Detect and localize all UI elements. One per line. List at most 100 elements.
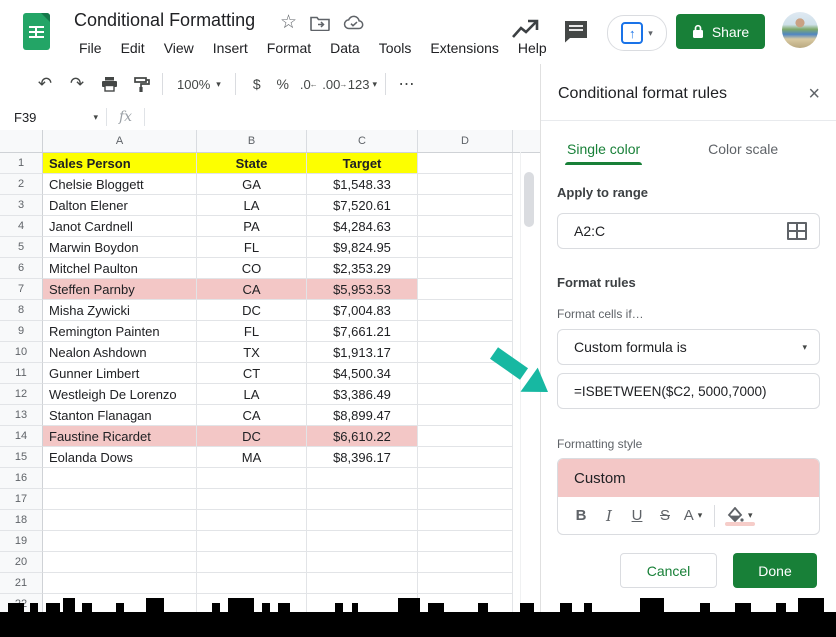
cell-D2[interactable] [418,174,513,195]
underline-button[interactable]: U [624,503,650,529]
scrollbar-thumb[interactable] [524,172,534,227]
column-header-A[interactable]: A [43,130,197,152]
cell-C6[interactable]: $2,353.29 [307,258,418,279]
tab-single-color[interactable]: Single color [565,133,642,163]
cell-A19[interactable] [43,531,197,552]
cell-B10[interactable]: TX [197,342,307,363]
menu-format[interactable]: Format [260,38,318,58]
done-button[interactable]: Done [733,553,817,588]
row-number-20[interactable]: 20 [0,552,43,573]
cell-C17[interactable] [307,489,418,510]
cell-A14[interactable]: Faustine Ricardet [43,426,197,447]
cell-D20[interactable] [418,552,513,573]
cell-C20[interactable] [307,552,418,573]
cell-C18[interactable] [307,510,418,531]
paint-format-button[interactable] [128,71,154,97]
cell-A8[interactable]: Misha Zywicki [43,300,197,321]
cell-A9[interactable]: Remington Painten [43,321,197,342]
increase-decimal-button[interactable]: .00→ [322,71,348,97]
row-number-1[interactable]: 1 [0,153,43,174]
column-header-B[interactable]: B [197,130,307,152]
cell-D16[interactable] [418,468,513,489]
number-format-button[interactable]: 123▾ [348,71,377,97]
cell-C19[interactable] [307,531,418,552]
menu-extensions[interactable]: Extensions [423,38,505,58]
cell-D4[interactable] [418,216,513,237]
row-number-3[interactable]: 3 [0,195,43,216]
vertical-scrollbar[interactable] [520,152,536,614]
fill-color-button[interactable]: ▾ [723,507,757,524]
cell-D17[interactable] [418,489,513,510]
menu-tools[interactable]: Tools [372,38,419,58]
cell-C5[interactable]: $9,824.95 [307,237,418,258]
row-number-5[interactable]: 5 [0,237,43,258]
cell-A15[interactable]: Eolanda Dows [43,447,197,468]
cell-D13[interactable] [418,405,513,426]
cell-A16[interactable] [43,468,197,489]
custom-formula-input[interactable]: =ISBETWEEN($C2, 5000,7000) [557,373,820,409]
document-title[interactable]: Conditional Formatting [74,10,255,31]
cell-C9[interactable]: $7,661.21 [307,321,418,342]
cell-C4[interactable]: $4,284.63 [307,216,418,237]
print-button[interactable] [96,71,122,97]
cell-D9[interactable] [418,321,513,342]
strikethrough-button[interactable]: S [652,503,678,529]
menu-file[interactable]: File [72,38,109,58]
row-number-8[interactable]: 8 [0,300,43,321]
zoom-selector[interactable]: 100% ▾ [171,77,227,92]
row-number-12[interactable]: 12 [0,384,43,405]
cell-C8[interactable]: $7,004.83 [307,300,418,321]
row-number-15[interactable]: 15 [0,447,43,468]
user-avatar[interactable] [782,12,818,48]
bold-button[interactable]: B [568,503,594,529]
cell-D11[interactable] [418,363,513,384]
row-number-4[interactable]: 4 [0,216,43,237]
cell-D5[interactable] [418,237,513,258]
cell-B15[interactable]: MA [197,447,307,468]
column-header-C[interactable]: C [307,130,418,152]
cell-A6[interactable]: Mitchel Paulton [43,258,197,279]
present-button[interactable]: ↑ ▾ [607,15,667,51]
more-toolbar-button[interactable]: ⋯ [394,71,420,97]
redo-button[interactable]: ↷ [64,71,90,97]
cell-D18[interactable] [418,510,513,531]
cell-D14[interactable] [418,426,513,447]
cell-C12[interactable]: $3,386.49 [307,384,418,405]
cell-D10[interactable] [418,342,513,363]
column-header-D[interactable]: D [418,130,513,152]
cell-D8[interactable] [418,300,513,321]
cell-A21[interactable] [43,573,197,594]
cell-A10[interactable]: Nealon Ashdown [43,342,197,363]
cell-C10[interactable]: $1,913.17 [307,342,418,363]
cell-B7[interactable]: CA [197,279,307,300]
cell-A12[interactable]: Westleigh De Lorenzo [43,384,197,405]
cell-A2[interactable]: Chelsie Bloggett [43,174,197,195]
menu-data[interactable]: Data [323,38,367,58]
cell-D6[interactable] [418,258,513,279]
cell-A4[interactable]: Janot Cardnell [43,216,197,237]
cell-B14[interactable]: DC [197,426,307,447]
cell-B12[interactable]: LA [197,384,307,405]
cell-B17[interactable] [197,489,307,510]
cell-B16[interactable] [197,468,307,489]
row-number-17[interactable]: 17 [0,489,43,510]
cell-A3[interactable]: Dalton Elener [43,195,197,216]
cell-A11[interactable]: Gunner Limbert [43,363,197,384]
cell-C21[interactable] [307,573,418,594]
cell-A7[interactable]: Steffen Parnby [43,279,197,300]
cell-C11[interactable]: $4,500.34 [307,363,418,384]
cell-B1[interactable]: State [197,153,307,174]
cell-B18[interactable] [197,510,307,531]
tab-color-scale[interactable]: Color scale [706,133,780,163]
cell-A5[interactable]: Marwin Boydon [43,237,197,258]
cell-B5[interactable]: FL [197,237,307,258]
move-folder-icon[interactable] [310,15,330,31]
cell-C3[interactable]: $7,520.61 [307,195,418,216]
italic-button[interactable]: I [596,503,622,529]
cell-D21[interactable] [418,573,513,594]
close-icon[interactable]: × [808,84,820,104]
cell-B4[interactable]: PA [197,216,307,237]
row-number-14[interactable]: 14 [0,426,43,447]
cell-A17[interactable] [43,489,197,510]
cell-C7[interactable]: $5,953.53 [307,279,418,300]
